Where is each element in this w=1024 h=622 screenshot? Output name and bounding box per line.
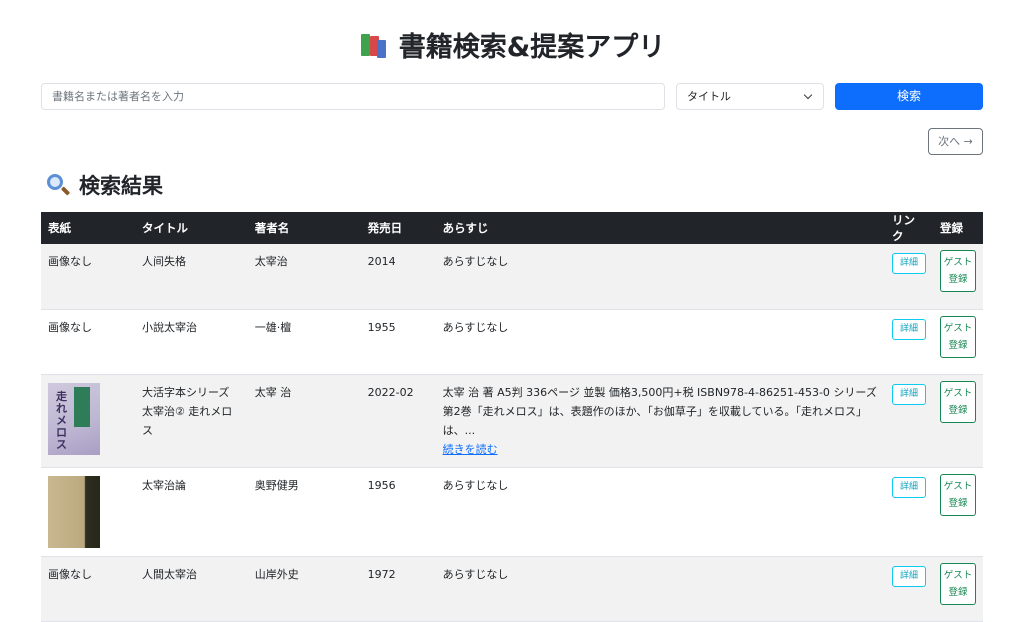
guest-register-button[interactable]: ゲスト登録 [939,473,976,516]
detail-button[interactable]: 詳細 [891,253,926,274]
cover-cell: 画像なし [41,556,135,622]
column-header-link: リンク [884,212,933,244]
author-cell: 太宰治 [247,244,361,310]
date-cell: 1956 [360,467,436,557]
search-mode-select[interactable]: タイトル [676,83,824,110]
author-cell: 奥野健男 [247,467,361,557]
magnifier-icon [45,172,71,198]
title-cell: 人间失格 [134,244,248,310]
no-image-text: 画像なし [48,255,92,268]
column-header-date: 発売日 [360,212,436,244]
link-cell: 詳細 [884,374,933,468]
register-cell: ゲスト登録 [932,556,983,622]
book-cover-image [48,475,100,548]
guest-register-button[interactable]: ゲスト登録 [939,250,976,292]
table-header-row: 表紙 タイトル 著者名 発売日 あらすじ リンク 登録 [41,212,983,244]
author-cell: 山岸外史 [247,556,361,622]
date-cell: 1972 [360,556,436,622]
date-cell: 2022-02 [360,374,436,468]
title-cell: 小說太宰治 [134,309,248,375]
search-input[interactable] [41,83,665,110]
synopsis-cell: あらすじなし [435,309,885,375]
column-header-title: タイトル [134,212,248,244]
cover-cell: 画像なし [41,244,135,310]
column-header-author: 著者名 [247,212,361,244]
link-cell: 詳細 [884,467,933,557]
detail-button[interactable]: 詳細 [891,476,926,498]
cover-cell [41,467,135,557]
title-cell: 人間太宰治 [134,556,248,622]
column-header-register: 登録 [932,212,983,244]
column-header-cover: 表紙 [41,212,135,244]
synopsis-text: 太宰 治 著 A5判 336ページ 並製 価格3,500円+税 ISBN978-… [442,385,877,437]
link-cell: 詳細 [884,309,933,375]
detail-button[interactable]: 詳細 [891,318,926,340]
register-cell: ゲスト登録 [932,467,983,557]
register-cell: ゲスト登録 [932,309,983,375]
read-more-link[interactable]: 続きを読む [443,443,498,456]
next-page-button[interactable]: 次へ → [928,128,983,155]
search-button[interactable]: 検索 [835,83,983,110]
synopsis-cell: 太宰 治 著 A5判 336ページ 並製 価格3,500円+税 ISBN978-… [435,374,885,468]
table-row: 走れメロス 大活字本シリーズ 太宰治② 走れメロス 太宰 治 2022-02 太… [41,374,983,468]
link-cell: 詳細 [884,556,933,622]
synopsis-cell: あらすじなし [435,556,885,622]
cover-title-text: 走れメロス [56,389,67,451]
column-header-synopsis: あらすじ [435,212,885,244]
table-row: 画像なし 人间失格 太宰治 2014 あらすじなし 詳細 ゲスト登録 [41,244,983,310]
guest-register-button[interactable]: ゲスト登録 [939,380,976,423]
synopsis-cell: あらすじなし [435,467,885,557]
author-cell: 太宰 治 [247,374,361,468]
guest-register-button[interactable]: ゲスト登録 [939,562,976,605]
results-heading: 検索結果 [45,170,163,202]
date-cell: 2014 [360,244,436,310]
table-row: 太宰治論 奥野健男 1956 あらすじなし 詳細 ゲスト登録 [41,467,983,557]
date-cell: 1955 [360,309,436,375]
register-cell: ゲスト登録 [932,374,983,468]
register-cell: ゲスト登録 [932,244,983,310]
title-cell: 太宰治論 [134,467,248,557]
book-cover-image: 走れメロス [48,382,100,455]
books-icon [359,32,389,60]
cover-cell: 画像なし [41,309,135,375]
table-row: 画像なし 人間太宰治 山岸外史 1972 あらすじなし 詳細 ゲスト登録 [41,556,983,622]
no-image-text: 画像なし [48,320,92,334]
table-row: 画像なし 小說太宰治 一雄·檀 1955 あらすじなし 詳細 ゲスト登録 [41,309,983,375]
page-title-text: 書籍検索&提案アプリ [398,32,666,63]
results-heading-text: 検索結果 [79,174,163,198]
chevron-down-icon [803,90,813,100]
author-cell: 一雄·檀 [247,309,361,375]
detail-button[interactable]: 詳細 [891,383,926,405]
synopsis-cell: あらすじなし [435,244,885,310]
search-mode-value: タイトル [687,90,731,103]
page-title: 書籍検索&提案アプリ [0,28,1024,68]
detail-button[interactable]: 詳細 [891,565,926,587]
results-table: 表紙 タイトル 著者名 発売日 あらすじ リンク 登録 画像なし 人间失格 太宰… [41,212,983,622]
link-cell: 詳細 [884,244,933,310]
title-cell: 大活字本シリーズ 太宰治② 走れメロス [134,374,248,468]
guest-register-button[interactable]: ゲスト登録 [939,315,976,358]
no-image-text: 画像なし [48,567,92,581]
cover-cell: 走れメロス [41,374,135,468]
